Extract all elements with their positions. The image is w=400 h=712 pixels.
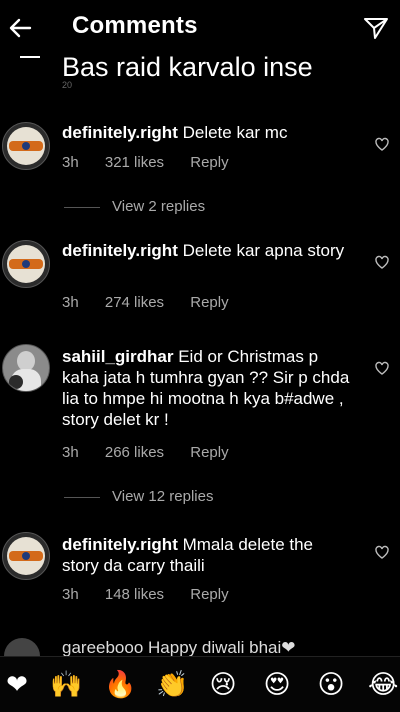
comment-meta: 3h 266 likes Reply bbox=[62, 444, 251, 461]
heart-icon[interactable] bbox=[374, 254, 390, 270]
comment-time: 3h bbox=[62, 294, 79, 311]
avatar[interactable] bbox=[2, 344, 50, 392]
comment-likes[interactable]: 321 likes bbox=[105, 154, 164, 171]
comment-body: definitely.right Delete kar mc bbox=[62, 122, 352, 143]
avatar[interactable] bbox=[4, 638, 40, 656]
view-replies[interactable]: View 12 replies bbox=[64, 488, 213, 505]
header: Comments bbox=[0, 0, 400, 56]
emoji-heart-eyes-icon[interactable]: 😍 bbox=[262, 669, 292, 699]
emoji-heart-icon[interactable]: ❤ bbox=[2, 669, 32, 699]
send-icon[interactable] bbox=[362, 14, 390, 42]
comment-time: 3h bbox=[62, 586, 79, 603]
comment-username[interactable]: sahiil_girdhar bbox=[62, 347, 173, 366]
emoji-fire-icon[interactable]: 🔥 bbox=[104, 669, 136, 699]
view-replies[interactable]: View 2 replies bbox=[64, 198, 205, 215]
avatar[interactable] bbox=[2, 532, 50, 580]
comment-username[interactable]: definitely.right bbox=[62, 123, 178, 142]
comment-likes[interactable]: 148 likes bbox=[105, 586, 164, 603]
heart-icon[interactable] bbox=[374, 136, 390, 152]
heart-icon[interactable] bbox=[374, 544, 390, 560]
avatar[interactable] bbox=[2, 240, 50, 288]
comment-meta: 3h 274 likes Reply bbox=[62, 294, 251, 311]
reply-button[interactable]: Reply bbox=[190, 294, 228, 311]
back-arrow-icon[interactable] bbox=[6, 14, 34, 42]
caption-timestamp: 20 bbox=[62, 80, 73, 90]
reply-button[interactable]: Reply bbox=[190, 586, 228, 603]
comment-body: sahiil_girdhar Eid or Christmas p kaha j… bbox=[62, 346, 352, 430]
page-title: Comments bbox=[72, 12, 198, 39]
comment-text: gareebooo Happy diwali bhai❤ bbox=[62, 638, 296, 656]
divider bbox=[64, 496, 100, 498]
emoji-raised-hands-icon[interactable]: 🙌 bbox=[50, 669, 82, 699]
comment-time: 3h bbox=[62, 444, 79, 461]
caption-dash bbox=[20, 56, 40, 58]
view-replies-label[interactable]: View 2 replies bbox=[112, 198, 205, 215]
emoji-clap-icon[interactable]: 👏 bbox=[156, 669, 188, 699]
emoji-wow-icon[interactable]: 😮 bbox=[316, 669, 346, 699]
comment-text: Delete kar apna story bbox=[182, 241, 345, 260]
emoji-crying-icon[interactable]: 😢 bbox=[208, 669, 238, 699]
reply-button[interactable]: Reply bbox=[190, 444, 228, 461]
comment-body: definitely.right Delete kar apna story bbox=[62, 240, 352, 261]
view-replies-label[interactable]: View 12 replies bbox=[112, 488, 213, 505]
caption-text: Bas raid karvalo inse bbox=[62, 52, 313, 82]
heart-icon[interactable] bbox=[374, 360, 390, 376]
comment-username[interactable]: definitely.right bbox=[62, 241, 178, 260]
avatar[interactable] bbox=[2, 122, 50, 170]
comment-username[interactable]: definitely.right bbox=[62, 535, 178, 554]
divider bbox=[64, 206, 100, 208]
comment-time: 3h bbox=[62, 154, 79, 171]
comment-meta: 3h 321 likes Reply bbox=[62, 154, 251, 171]
comment-likes[interactable]: 266 likes bbox=[105, 444, 164, 461]
comment-body: definitely.right Mmala delete the story … bbox=[62, 534, 352, 576]
comment-likes[interactable]: 274 likes bbox=[105, 294, 164, 311]
comment-item-partial: gareebooo Happy diwali bhai❤ bbox=[0, 628, 400, 656]
comment-meta: 3h 148 likes Reply bbox=[62, 586, 251, 603]
comment-text: Delete kar mc bbox=[182, 123, 288, 142]
reply-button[interactable]: Reply bbox=[190, 154, 228, 171]
emoji-laugh-icon[interactable]: 😂 bbox=[368, 669, 398, 699]
emoji-reaction-bar: ❤ 🙌 🔥 👏 😢 😍 😮 😂 bbox=[0, 656, 400, 712]
